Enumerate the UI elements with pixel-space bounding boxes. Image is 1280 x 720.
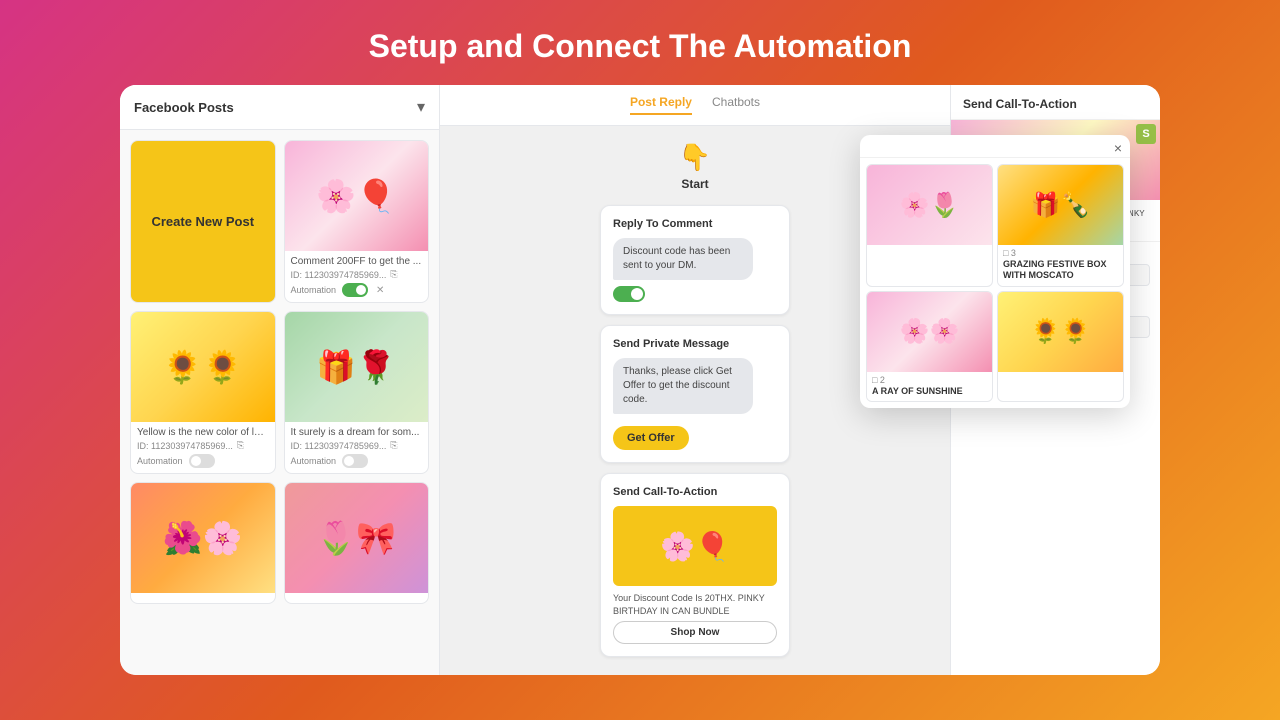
post-info-2: Yellow is the new color of lov... ID: 11… xyxy=(131,422,275,473)
post-image-5: 🌷🎀 xyxy=(285,483,429,593)
private-message-bubble: Thanks, please click Get Offer to get th… xyxy=(613,358,753,414)
start-node: 👇 Start xyxy=(679,142,711,191)
left-panel: Facebook Posts ▾ Create New Post 🌸🎈 Comm… xyxy=(120,85,440,675)
reply-comment-bubble: Discount code has been sent to your DM. xyxy=(613,238,753,280)
fb-posts-title: Facebook Posts xyxy=(134,100,234,115)
post-id-2: ID: 112303974785969... ⎘ xyxy=(137,440,269,451)
popup-grid: 🌸🌷 🎁🍾 □ 3 GRAZING FESTIVE BOX WITH MOSCA… xyxy=(860,158,1130,408)
reply-comment-title: Reply To Comment xyxy=(613,218,777,230)
cta-preview-image: 🌸🎈 xyxy=(613,506,777,586)
tab-post-reply[interactable]: Post Reply xyxy=(630,95,692,115)
automation-toggle-2[interactable] xyxy=(189,454,215,468)
post-info-4 xyxy=(131,593,275,603)
create-new-post-card[interactable]: Create New Post xyxy=(130,140,276,303)
post-card-2[interactable]: 🌻🌻 Yellow is the new color of lov... ID:… xyxy=(130,311,276,474)
popup-item-name-3: A RAY OF SUNSHINE xyxy=(872,386,987,397)
popup-item-count-3: □ 2 xyxy=(872,375,987,385)
popup-item-name-2: GRAZING FESTIVE BOX WITH MOSCATO xyxy=(1003,259,1118,281)
post-card-4[interactable]: 🌺🌸 xyxy=(130,482,276,604)
shopify-badge: S xyxy=(1136,124,1156,144)
cta-caption: Your Discount Code Is 20THX. PINKY BIRTH… xyxy=(613,592,777,617)
post-image-4: 🌺🌸 xyxy=(131,483,275,593)
popup-header: × xyxy=(860,135,1130,158)
shop-now-button[interactable]: Shop Now xyxy=(613,621,777,644)
reply-toggle-row xyxy=(613,286,777,302)
popup-item-count-2: □ 3 xyxy=(1003,248,1118,258)
post-caption-2: Yellow is the new color of lov... xyxy=(137,427,269,438)
right-panel-title: Send Call-To-Action xyxy=(951,85,1160,120)
automation-label-2: Automation xyxy=(137,456,183,466)
popup-item-4[interactable]: 🌻🌻 xyxy=(997,291,1124,403)
automation-row-1: Automation ✕ xyxy=(291,283,423,297)
post-caption-3: It surely is a dream for som... xyxy=(291,427,423,438)
popup-image-1: 🌸🌷 xyxy=(867,165,992,245)
popup-image-3: 🌸🌸 xyxy=(867,292,992,372)
automation-toggle-1[interactable] xyxy=(342,283,368,297)
private-message-card[interactable]: Send Private Message Thanks, please clic… xyxy=(600,325,790,463)
post-card-1[interactable]: 🌸🎈 Comment 200FF to get the ... ID: 1123… xyxy=(284,140,430,303)
popup-image-4: 🌻🌻 xyxy=(998,292,1123,372)
popup-close-button[interactable]: × xyxy=(1114,141,1122,155)
private-message-title: Send Private Message xyxy=(613,338,777,350)
post-info-3: It surely is a dream for som... ID: 1123… xyxy=(285,422,429,473)
popup-image-2: 🎁🍾 xyxy=(998,165,1123,245)
automation-row-3: Automation xyxy=(291,454,423,468)
popup-item-info-2: □ 3 GRAZING FESTIVE BOX WITH MOSCATO xyxy=(998,245,1123,286)
main-container: Facebook Posts ▾ Create New Post 🌸🎈 Comm… xyxy=(120,85,1160,675)
post-id-3: ID: 112303974785969... ⎘ xyxy=(291,440,423,451)
automation-row-2: Automation xyxy=(137,454,269,468)
copy-icon-2[interactable]: ⎘ xyxy=(237,440,244,451)
cta-card[interactable]: Send Call-To-Action 🌸🎈 Your Discount Cod… xyxy=(600,473,790,657)
image-picker-popup: × 🌸🌷 🎁🍾 □ 3 GRAZING FESTIVE BOX WITH MOS… xyxy=(860,135,1130,408)
reply-comment-card[interactable]: Reply To Comment Discount code has been … xyxy=(600,205,790,315)
post-id-1: ID: 112303974785969... ⎘ xyxy=(291,269,423,280)
post-caption-1: Comment 200FF to get the ... xyxy=(291,256,423,267)
popup-item-info-4 xyxy=(998,372,1123,381)
post-image-3: 🎁🌹 xyxy=(285,312,429,422)
posts-grid: Create New Post 🌸🎈 Comment 200FF to get … xyxy=(120,130,439,614)
post-image-1: 🌸🎈 xyxy=(285,141,429,251)
popup-item-info-3: □ 2 A RAY OF SUNSHINE xyxy=(867,372,992,402)
reply-toggle[interactable] xyxy=(613,286,645,302)
post-card-3[interactable]: 🎁🌹 It surely is a dream for som... ID: 1… xyxy=(284,311,430,474)
page-title: Setup and Connect The Automation xyxy=(369,0,912,85)
chevron-down-icon[interactable]: ▾ xyxy=(417,97,425,117)
post-info-1: Comment 200FF to get the ... ID: 1123039… xyxy=(285,251,429,302)
tabs-bar: Post Reply Chatbots xyxy=(440,85,950,126)
copy-icon-1[interactable]: ⎘ xyxy=(390,269,397,280)
create-new-label: Create New Post xyxy=(151,214,254,229)
popup-item-3[interactable]: 🌸🌸 □ 2 A RAY OF SUNSHINE xyxy=(866,291,993,403)
tab-chatbots[interactable]: Chatbots xyxy=(712,95,760,115)
automation-toggle-3[interactable] xyxy=(342,454,368,468)
cta-title: Send Call-To-Action xyxy=(613,486,777,498)
popup-item-1[interactable]: 🌸🌷 xyxy=(866,164,993,287)
post-card-5[interactable]: 🌷🎀 xyxy=(284,482,430,604)
popup-item-info-1 xyxy=(867,245,992,254)
start-label: Start xyxy=(681,177,708,191)
start-emoji: 👇 xyxy=(679,142,711,173)
post-info-5 xyxy=(285,593,429,603)
get-offer-button[interactable]: Get Offer xyxy=(613,426,689,450)
automation-label-1: Automation xyxy=(291,285,337,295)
remove-post-1[interactable]: ✕ xyxy=(376,285,384,296)
fb-posts-header: Facebook Posts ▾ xyxy=(120,85,439,130)
copy-icon-3[interactable]: ⎘ xyxy=(390,440,397,451)
popup-item-2[interactable]: 🎁🍾 □ 3 GRAZING FESTIVE BOX WITH MOSCATO xyxy=(997,164,1124,287)
post-image-2: 🌻🌻 xyxy=(131,312,275,422)
automation-label-3: Automation xyxy=(291,456,337,466)
